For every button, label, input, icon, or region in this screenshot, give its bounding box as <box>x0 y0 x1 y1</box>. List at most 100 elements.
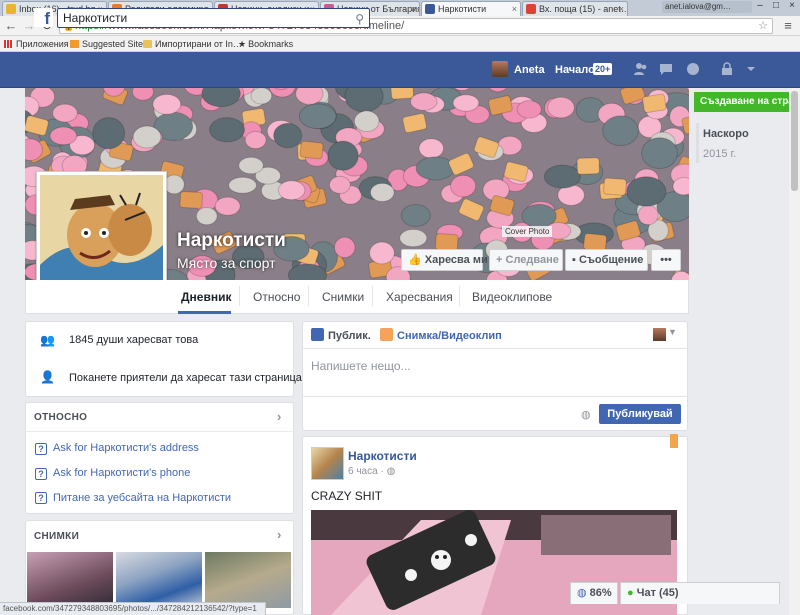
avatar[interactable] <box>492 61 508 77</box>
scrubber-year[interactable]: 2015 г. <box>703 148 736 160</box>
chevron-right-icon[interactable]: › <box>277 409 281 424</box>
about-header[interactable]: ОТНОСНО <box>34 412 87 423</box>
close-icon[interactable]: × <box>411 2 416 16</box>
composer-input[interactable]: Напишете нещо... <box>311 359 411 373</box>
tab-divider <box>239 286 240 306</box>
follow-button[interactable]: + Следване <box>489 249 563 271</box>
post-timestamp[interactable]: 6 часа · ◍ <box>348 466 395 477</box>
tab-about[interactable]: Относно <box>253 290 300 304</box>
pill-shape <box>299 140 324 160</box>
messages-icon[interactable] <box>659 62 673 76</box>
profile-link[interactable]: Aneta <box>514 63 545 77</box>
bookmark-apps[interactable]: Приложения <box>4 38 69 50</box>
home-link[interactable]: Начало <box>555 63 595 77</box>
mail-icon <box>6 4 16 14</box>
tab-photos[interactable]: Снимки <box>322 290 364 304</box>
ask-address-link[interactable]: Ask for Наркотисти's address <box>53 442 199 454</box>
notifications-icon[interactable] <box>686 62 700 76</box>
plus-icon: + <box>496 254 503 266</box>
pill-shape <box>516 100 542 119</box>
post-text: CRAZY SHIT <box>311 489 383 503</box>
tab-label: Вх. поща (15) - anet… <box>539 4 628 14</box>
like-button[interactable]: 👍 Харесва ми <box>401 249 488 271</box>
facebook-search-input[interactable]: Наркотисти ⚲ <box>57 8 370 28</box>
tab-divider <box>372 286 373 306</box>
minimize-icon[interactable]: – <box>752 0 768 13</box>
privacy-icon[interactable] <box>720 62 734 76</box>
apps-icon <box>4 40 13 48</box>
star-icon: ★ <box>238 39 247 49</box>
settings-arrow-icon[interactable] <box>744 62 758 76</box>
ask-website-link[interactable]: Питане за уебсайта на Наркотисти <box>53 492 231 504</box>
photo-thumbnail[interactable] <box>27 552 113 608</box>
pill-shape <box>273 122 303 149</box>
composer-status-tab[interactable]: Публик. <box>328 330 371 342</box>
scrubber-recent[interactable]: Наскоро <box>703 128 749 140</box>
post-author-avatar[interactable] <box>311 447 344 480</box>
photos-header[interactable]: СНИМКИ <box>34 531 79 542</box>
facebook-logo-icon[interactable]: f <box>34 8 53 28</box>
home-badge: 20+ <box>593 63 613 75</box>
pill-shape <box>637 204 659 226</box>
tab-timeline[interactable]: Дневник <box>181 290 231 304</box>
photo-thumbnail[interactable] <box>205 552 291 608</box>
photo-thumbnail[interactable] <box>116 552 202 608</box>
bookmark-ribbon-icon[interactable] <box>670 434 678 448</box>
create-page-button[interactable]: Създаване на стра <box>694 92 800 112</box>
bookmark-imported-folder[interactable]: Импортирани от In… <box>143 38 242 50</box>
post-author-link[interactable]: Наркотисти <box>348 449 417 463</box>
bookmark-bookmarks[interactable]: ★ Bookmarks <box>238 38 293 50</box>
back-icon[interactable]: ← <box>4 19 18 33</box>
tab-divider <box>459 286 460 306</box>
pill-shape <box>250 88 273 105</box>
pill-shape <box>49 126 78 146</box>
search-value: Наркотисти <box>63 11 128 25</box>
ask-phone-link[interactable]: Ask for Наркотисти's phone <box>53 467 190 479</box>
maximize-icon[interactable]: □ <box>768 0 784 13</box>
pill-shape <box>328 175 351 194</box>
invite-friends-link[interactable]: Поканете приятели да харесат тази страни… <box>69 372 302 384</box>
pill-shape <box>238 156 264 175</box>
scrollbar-thumb[interactable] <box>791 91 798 191</box>
chevron-right-icon[interactable]: › <box>277 527 281 542</box>
tab-divider <box>308 286 309 306</box>
page-title[interactable]: Наркотисти <box>177 230 286 252</box>
online-dot-icon: ● <box>627 587 634 599</box>
more-options-button[interactable]: ••• <box>651 249 681 271</box>
pill-shape <box>152 93 182 115</box>
chat-sidebar-toggle[interactable]: ● Чат (45) <box>620 582 780 604</box>
close-window-icon[interactable]: × <box>784 0 800 13</box>
pill-shape <box>228 176 257 194</box>
pill-shape <box>409 92 438 111</box>
globe-icon[interactable]: ◍ <box>581 408 591 421</box>
search-icon[interactable]: ⚲ <box>355 10 364 28</box>
close-icon[interactable]: × <box>619 2 624 16</box>
tab-likes[interactable]: Харесвания <box>386 290 453 304</box>
likes-count-text[interactable]: 1845 души харесват това <box>69 334 198 346</box>
publish-button[interactable]: Публикувай <box>599 404 681 424</box>
status-percent: 86% <box>589 587 612 599</box>
browser-tab[interactable]: Вх. поща (15) - anet… × <box>522 1 628 16</box>
browser-user-chip[interactable]: anet.ialova@gm… <box>662 1 752 13</box>
bookmark-suggested-sites[interactable]: Suggested Sites <box>70 38 148 50</box>
message-button[interactable]: ▪ Съобщение <box>565 249 648 271</box>
friend-requests-icon[interactable] <box>634 62 648 76</box>
pill-shape <box>390 88 415 100</box>
post-time-text: 6 часа · <box>348 466 387 477</box>
page-category[interactable]: Място за спорт <box>177 255 276 271</box>
chevron-down-icon[interactable]: ▼ <box>668 327 677 337</box>
pill-shape <box>418 138 444 159</box>
menu-icon[interactable]: ≡ <box>781 19 795 33</box>
tab-videos[interactable]: Видеоклипове <box>472 290 552 304</box>
star-icon[interactable]: ☆ <box>758 19 768 33</box>
likes-box <box>25 321 294 397</box>
avatar[interactable] <box>653 328 666 341</box>
pill-shape <box>602 115 639 147</box>
browser-tab-active[interactable]: Наркотисти × <box>421 1 521 16</box>
pill-shape <box>641 137 678 169</box>
close-icon[interactable]: × <box>512 2 517 16</box>
messenger-status[interactable]: ◍ 86% <box>570 582 618 604</box>
bookmark-label: Импортирани от In… <box>155 39 242 49</box>
pill-shape <box>132 125 162 149</box>
composer-photo-tab[interactable]: Снимка/Видеоклип <box>397 330 502 342</box>
